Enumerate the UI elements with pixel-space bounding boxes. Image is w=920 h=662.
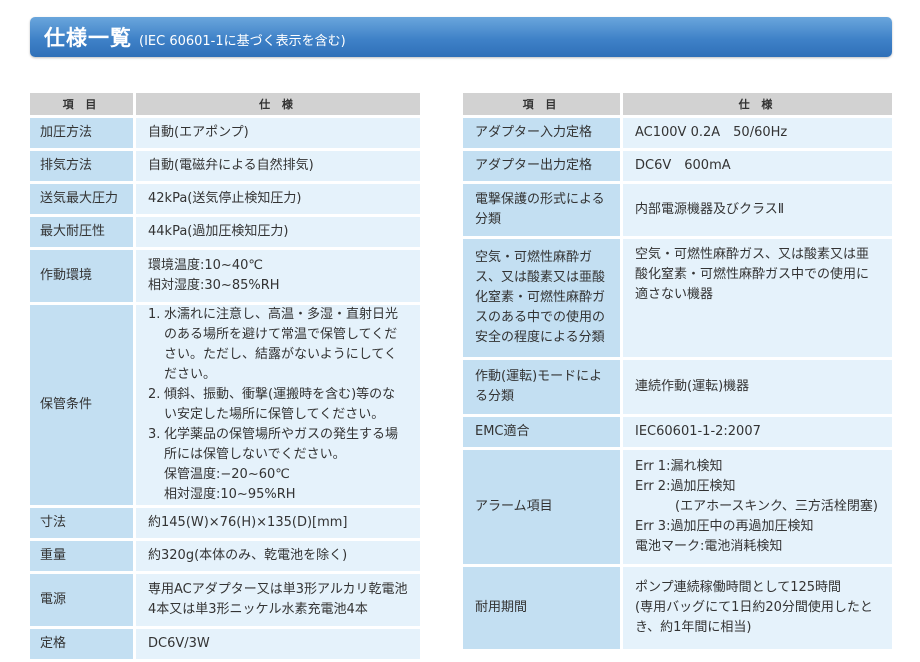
spec-line: ポンプ連続稼働時間として125時間 — [635, 580, 842, 595]
spec-value: 約320g(本体のみ、乾電池を除く) — [136, 541, 420, 571]
storage-humidity: 相対湿度:10~95%RH — [164, 487, 296, 502]
table-row: アダプター出力定格 DC6V 600mA — [463, 151, 892, 181]
table-row: 加圧方法 自動(エアポンプ) — [30, 118, 420, 148]
alarm-line: (エアホースキンク、三方活栓閉塞) — [675, 499, 878, 514]
table-row: 定格 DC6V/3W — [30, 629, 420, 659]
spec-value: 44kPa(過加圧検知圧力) — [136, 217, 420, 247]
list-text: 化学薬品の保管場所やガスの発生する場所には保管しないでください。 — [164, 427, 399, 462]
spec-value: 環境温度:10~40℃ 相対湿度:30~85%RH — [136, 250, 420, 302]
item-label: 排気方法 — [30, 151, 136, 181]
item-label: アラーム項目 — [463, 450, 623, 564]
spec-value: 42kPa(送気停止検知圧力) — [136, 184, 420, 214]
item-label: EMC適合 — [463, 417, 623, 447]
table-row: 排気方法 自動(電磁弁による自然排気) — [30, 151, 420, 181]
column-header-item: 項 目 — [30, 93, 136, 115]
list-item: 2. 傾斜、振動、衝撃(運搬時を含む)等のない安定した場所に保管してください。 — [148, 385, 408, 425]
list-text: 水濡れに注意し、高温・多湿・直射日光のある場所を避けて常温で保管してください。た… — [164, 307, 399, 382]
list-number: 3. — [148, 427, 161, 442]
item-label: 最大耐圧性 — [30, 217, 136, 247]
alarm-line: Err 2:過加圧検知 — [635, 479, 736, 494]
item-label: 寸法 — [30, 508, 136, 538]
spec-table-left: 項 目 仕 様 加圧方法 自動(エアポンプ) 排気方法 自動(電磁弁による自然排… — [30, 90, 420, 662]
table-header-row: 項 目 仕 様 — [463, 93, 892, 115]
column-header-spec: 仕 様 — [136, 93, 420, 115]
spec-value: 自動(エアポンプ) — [136, 118, 420, 148]
spec-value: 約145(W)×76(H)×135(D)[mm] — [136, 508, 420, 538]
item-label: 作動(運転)モードによる分類 — [463, 360, 623, 414]
item-label: アダプター入力定格 — [463, 118, 623, 148]
spec-value: 1. 水濡れに注意し、高温・多湿・直射日光のある場所を避けて常温で保管してくださ… — [136, 305, 420, 505]
table-header-row: 項 目 仕 様 — [30, 93, 420, 115]
item-label: 空気・可燃性麻酔ガス、又は酸素又は亜酸化窒素・可燃性麻酔ガスのある中での使用の安… — [463, 239, 623, 357]
spec-value: DC6V/3W — [136, 629, 420, 659]
column-header-item: 項 目 — [463, 93, 623, 115]
list-text: 傾斜、振動、衝撃(運搬時を含む)等のない安定した場所に保管してください。 — [164, 387, 396, 422]
table-row: 電撃保護の形式による分類 内部電源機器及びクラスⅡ — [463, 184, 892, 236]
spec-table-right: 項 目 仕 様 アダプター入力定格 AC100V 0.2A 50/60Hz アダ… — [463, 90, 892, 652]
title-bar: 仕様一覧 (IEC 60601-1に基づく表示を含む) — [30, 17, 892, 57]
table-row: 電源 専用ACアダプター又は単3形アルカリ乾電池4本又は単3形ニッケル水素充電池… — [30, 574, 420, 626]
spec-value: 専用ACアダプター又は単3形アルカリ乾電池4本又は単3形ニッケル水素充電池4本 — [136, 574, 420, 626]
list-number: 1. — [148, 307, 161, 322]
table-row: 寸法 約145(W)×76(H)×135(D)[mm] — [30, 508, 420, 538]
list-item: 3. 化学薬品の保管場所やガスの発生する場所には保管しないでください。 — [148, 425, 408, 465]
table-row: EMC適合 IEC60601-1-2:2007 — [463, 417, 892, 447]
table-row: 送気最大圧力 42kPa(送気停止検知圧力) — [30, 184, 420, 214]
item-label: 保管条件 — [30, 305, 136, 505]
spec-line: (専用バッグにて1日約20分間使用したとき、約1年間に相当) — [635, 600, 873, 635]
spec-value: DC6V 600mA — [623, 151, 892, 181]
item-label: 重量 — [30, 541, 136, 571]
table-row: 最大耐圧性 44kPa(過加圧検知圧力) — [30, 217, 420, 247]
item-label: 送気最大圧力 — [30, 184, 136, 214]
item-label: アダプター出力定格 — [463, 151, 623, 181]
alarm-line: 電池マーク:電池消耗検知 — [635, 539, 783, 554]
item-label: 耐用期間 — [463, 567, 623, 649]
table-row: 空気・可燃性麻酔ガス、又は酸素又は亜酸化窒素・可燃性麻酔ガスのある中での使用の安… — [463, 239, 892, 357]
item-label: 加圧方法 — [30, 118, 136, 148]
table-row: アラーム項目 Err 1:漏れ検知 Err 2:過加圧検知 (エアホースキンク、… — [463, 450, 892, 564]
table-row: 作動(運転)モードによる分類 連続作動(運転)機器 — [463, 360, 892, 414]
page-subtitle: (IEC 60601-1に基づく表示を含む) — [139, 34, 346, 49]
item-label: 作動環境 — [30, 250, 136, 302]
spec-value: AC100V 0.2A 50/60Hz — [623, 118, 892, 148]
item-label: 電撃保護の形式による分類 — [463, 184, 623, 236]
alarm-line: Err 1:漏れ検知 — [635, 459, 723, 474]
page-title: 仕様一覧 — [44, 26, 132, 50]
item-label: 電源 — [30, 574, 136, 626]
storage-temperature: 保管温度:−20~60℃ — [164, 467, 290, 482]
column-header-spec: 仕 様 — [623, 93, 892, 115]
spec-line: 環境温度:10~40℃ — [148, 258, 263, 273]
spec-value: 連続作動(運転)機器 — [623, 360, 892, 414]
list-item: 1. 水濡れに注意し、高温・多湿・直射日光のある場所を避けて常温で保管してくださ… — [148, 305, 408, 385]
spec-value: 内部電源機器及びクラスⅡ — [623, 184, 892, 236]
table-row: 重量 約320g(本体のみ、乾電池を除く) — [30, 541, 420, 571]
spec-value: 空気・可燃性麻酔ガス、又は酸素又は亜酸化窒素・可燃性麻酔ガス中での使用に適さない… — [623, 239, 892, 357]
spec-line: 相対湿度:30~85%RH — [148, 278, 280, 293]
storage-conditions-list: 1. 水濡れに注意し、高温・多湿・直射日光のある場所を避けて常温で保管してくださ… — [148, 305, 408, 465]
alarm-line: Err 3:過加圧中の再過加圧検知 — [635, 519, 814, 534]
spec-value: 自動(電磁弁による自然排気) — [136, 151, 420, 181]
table-row: アダプター入力定格 AC100V 0.2A 50/60Hz — [463, 118, 892, 148]
table-row: 耐用期間 ポンプ連続稼働時間として125時間 (専用バッグにて1日約20分間使用… — [463, 567, 892, 649]
item-label: 定格 — [30, 629, 136, 659]
list-number: 2. — [148, 387, 161, 402]
table-row: 保管条件 1. 水濡れに注意し、高温・多湿・直射日光のある場所を避けて常温で保管… — [30, 305, 420, 505]
spec-value: IEC60601-1-2:2007 — [623, 417, 892, 447]
spec-value: ポンプ連続稼働時間として125時間 (専用バッグにて1日約20分間使用したとき、… — [623, 567, 892, 649]
spec-value: Err 1:漏れ検知 Err 2:過加圧検知 (エアホースキンク、三方活栓閉塞)… — [623, 450, 892, 564]
table-row: 作動環境 環境温度:10~40℃ 相対湿度:30~85%RH — [30, 250, 420, 302]
